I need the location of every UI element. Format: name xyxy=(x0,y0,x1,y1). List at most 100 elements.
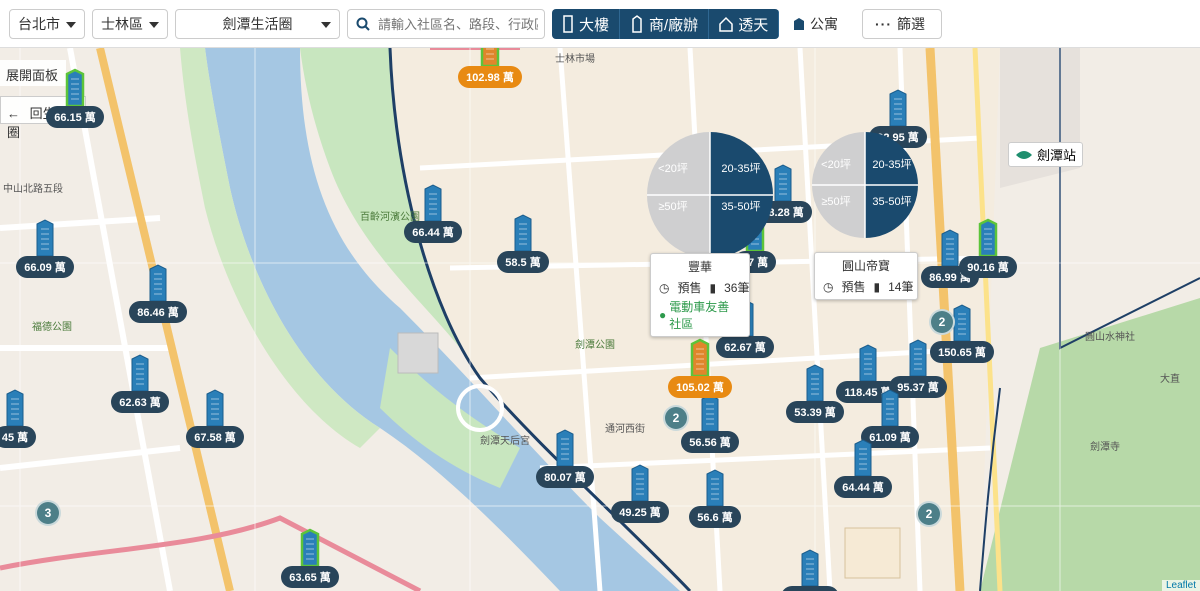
price-pin[interactable]: 105.02 萬 xyxy=(665,338,735,398)
cluster-marker[interactable]: 2 xyxy=(929,309,955,335)
price-pin-label: 105.02 萬 xyxy=(668,376,732,398)
price-pin-label: 53.39 萬 xyxy=(786,401,844,423)
price-pin-label: 66.44 萬 xyxy=(404,221,462,243)
size-distribution-pie[interactable]: <20坪 20-35坪 ≥50坪 35-50坪 xyxy=(810,130,920,240)
community-ev-note: 電動車友善社區 xyxy=(669,300,730,331)
community-name: 圓山帝寶 xyxy=(841,259,890,273)
price-pin-label: 66.15 萬 xyxy=(46,106,104,128)
filter-toolbar: 台北市 士林區 劍潭生活圈 大樓 商/廠辦 xyxy=(0,0,1200,48)
pie-label: ≥50坪 xyxy=(821,195,850,208)
clock-icon: ◷ xyxy=(659,280,670,295)
chevron-down-icon xyxy=(149,22,159,28)
building-icon xyxy=(131,354,149,392)
community-card[interactable]: 豐華 ◷ 預售 ▮ 36筆 ● 電動車友善社區 xyxy=(650,253,750,337)
type-tower-button[interactable]: 大樓 xyxy=(552,9,621,39)
community-name: 豐華 xyxy=(687,260,712,274)
price-pin[interactable]: 66.44 萬 xyxy=(398,183,468,243)
price-pin[interactable]: 102.98 萬 xyxy=(455,48,525,88)
type-house-button[interactable]: 透天 xyxy=(709,9,780,39)
building-icon xyxy=(701,394,719,432)
price-pin[interactable]: 63.65 萬 xyxy=(275,528,345,588)
building-icon xyxy=(806,364,824,402)
price-pin-label: 62.47 萬 xyxy=(781,586,839,591)
station-name: 劍潭站 xyxy=(1037,148,1077,163)
building-icon: ▮ xyxy=(709,280,717,295)
price-pin[interactable]: 86.46 萬 xyxy=(123,263,193,323)
price-pin-label: 86.46 萬 xyxy=(129,301,187,323)
building-icon xyxy=(36,219,54,257)
search-box[interactable] xyxy=(347,9,545,39)
building-icon xyxy=(978,218,998,258)
type-office-button[interactable]: 商/廠辦 xyxy=(620,9,710,39)
type-office-label: 商/廠辦 xyxy=(649,16,699,34)
price-pin[interactable]: 62.63 萬 xyxy=(105,353,175,413)
area-select-value: 劍潭生活圈 xyxy=(222,16,293,32)
arrow-left-icon: ← xyxy=(7,106,20,121)
building-type-toggle: 大樓 商/廠辦 透天 xyxy=(552,9,780,39)
map-label: 通河西街 xyxy=(605,424,645,435)
pie-label: 35-50坪 xyxy=(721,200,760,213)
filter-button[interactable]: ··· 篩選 xyxy=(862,9,942,39)
building-icon xyxy=(859,344,877,382)
district-select-value: 士林區 xyxy=(101,16,143,32)
price-pin[interactable]: 58.5 萬 xyxy=(488,213,558,273)
community-deals: 14筆 xyxy=(888,280,914,294)
map-label: 圓山水神社 xyxy=(1085,332,1135,343)
city-select[interactable]: 台北市 xyxy=(9,9,85,39)
building-icon xyxy=(631,464,649,502)
price-pin-label: 80.07 萬 xyxy=(536,466,594,488)
cluster-marker[interactable]: 3 xyxy=(35,500,61,526)
price-pin-label: 66.09 萬 xyxy=(16,256,74,278)
map-attribution[interactable]: Leaflet xyxy=(1161,580,1200,591)
price-pin-label: 45 萬 xyxy=(0,426,37,448)
building-icon xyxy=(514,214,532,252)
district-select[interactable]: 士林區 xyxy=(92,9,168,39)
size-distribution-pie[interactable]: <20坪 20-35坪 ≥50坪 35-50坪 xyxy=(645,130,775,260)
pie-label: 20-35坪 xyxy=(872,158,911,171)
building-icon xyxy=(706,469,724,507)
price-pin-label: 67.58 萬 xyxy=(186,426,244,448)
building-icon xyxy=(556,429,574,467)
apartment-icon xyxy=(794,18,804,30)
price-pin[interactable]: 66.09 萬 xyxy=(10,218,80,278)
building-icon xyxy=(881,389,899,427)
type-apartment-label: 公寓 xyxy=(810,16,838,32)
price-pin[interactable]: 64.44 萬 xyxy=(828,438,898,498)
price-pin[interactable]: 80.07 萬 xyxy=(530,428,600,488)
pie-label: 20-35坪 xyxy=(721,162,760,175)
price-pin-label: 58.5 萬 xyxy=(497,251,549,273)
pie-label: <20坪 xyxy=(658,162,688,175)
building-icon xyxy=(149,264,167,302)
type-apartment-button[interactable]: 公寓 xyxy=(780,9,854,39)
station-label[interactable]: 劍潭站 xyxy=(1008,142,1084,167)
building-icon xyxy=(300,528,320,568)
price-pin[interactable]: 56.6 萬 xyxy=(680,468,750,528)
price-pin[interactable]: 67.58 萬 xyxy=(180,388,250,448)
price-pin[interactable]: 62.47 萬 xyxy=(775,548,845,591)
city-select-value: 台北市 xyxy=(18,16,60,32)
house-icon xyxy=(719,16,733,32)
price-pin[interactable]: 49.25 萬 xyxy=(605,463,675,523)
price-pin[interactable]: 66.15 萬 xyxy=(40,68,110,128)
map-label: 劍潭天后宮 xyxy=(480,436,530,447)
building-icon xyxy=(424,184,442,222)
pie-label: 35-50坪 xyxy=(872,195,911,208)
app-root: 台北市 士林區 劍潭生活圈 大樓 商/廠辦 xyxy=(0,0,1200,591)
price-pin-label: 102.98 萬 xyxy=(458,66,522,88)
price-pin[interactable]: 45 萬 xyxy=(0,388,50,448)
community-card[interactable]: 圓山帝寶 ◷ 預售 ▮ 14筆 xyxy=(814,252,918,300)
map-canvas[interactable]: 展開面板 ← 回生活圈 劍潭站 百齡河濱公園 劍潭公園 圓山水神社 福德公園 劍… xyxy=(0,48,1200,591)
building-icon xyxy=(6,389,24,427)
area-select[interactable]: 劍潭生活圈 xyxy=(175,9,340,39)
community-status: 預售 xyxy=(677,281,702,295)
price-pin-label: 62.63 萬 xyxy=(111,391,169,413)
price-pin-label: 63.65 萬 xyxy=(281,566,339,588)
building-icon xyxy=(889,89,907,127)
cluster-marker[interactable]: 2 xyxy=(663,405,689,431)
price-pin[interactable]: 90.16 萬 xyxy=(953,218,1023,278)
building-icon xyxy=(480,48,500,68)
search-input[interactable] xyxy=(378,16,538,32)
cluster-marker[interactable]: 2 xyxy=(916,501,942,527)
community-deals: 36筆 xyxy=(724,281,750,295)
chevron-down-icon xyxy=(66,22,76,28)
